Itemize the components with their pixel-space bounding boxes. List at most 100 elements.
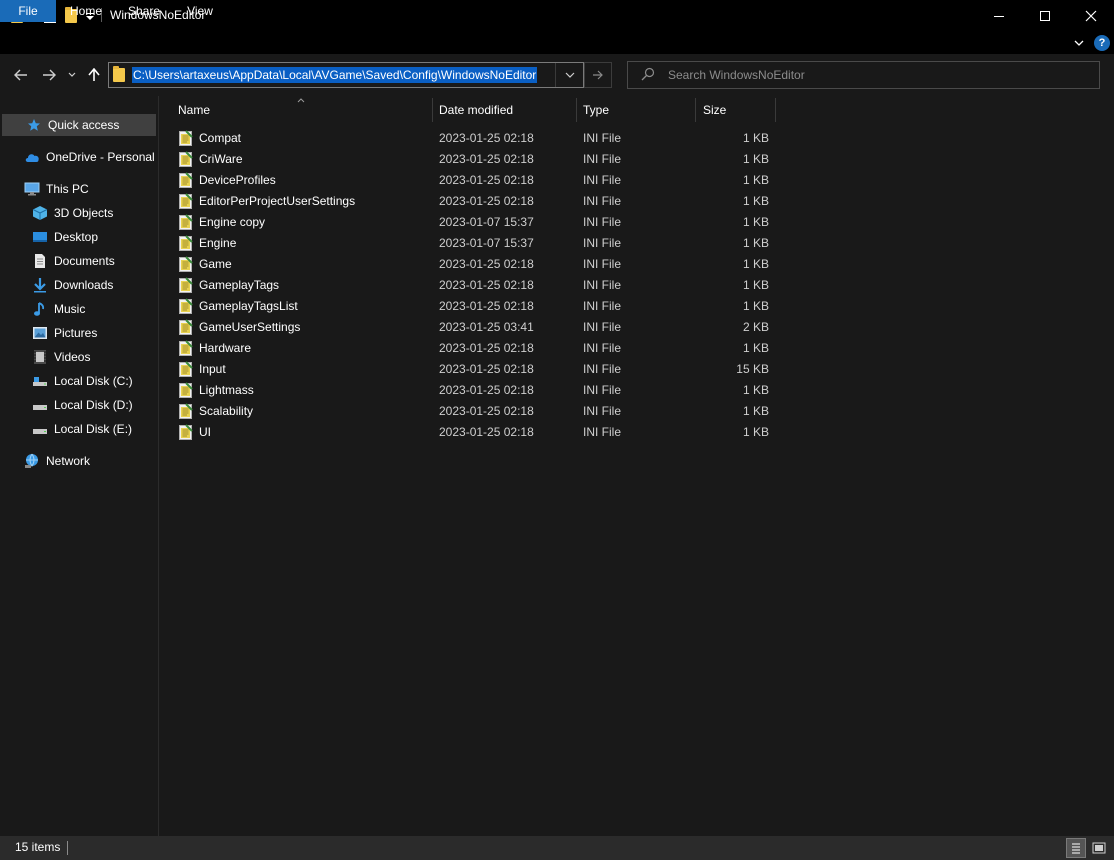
search-input[interactable]: Search WindowsNoEditor bbox=[668, 68, 805, 82]
sidebar-item-videos[interactable]: Videos bbox=[32, 346, 158, 368]
sidebar-item-label: Local Disk (E:) bbox=[54, 422, 133, 436]
sidebar-item-downloads[interactable]: Downloads bbox=[32, 274, 158, 296]
file-row[interactable]: Compat 2023-01-25 02:18 INI File 1 KB bbox=[172, 128, 776, 149]
sidebar-item-network[interactable]: Network bbox=[24, 450, 158, 472]
file-date-modified: 2023-01-25 02:18 bbox=[439, 362, 534, 376]
file-name: Hardware bbox=[199, 341, 252, 355]
maximize-button[interactable] bbox=[1022, 0, 1068, 32]
file-row[interactable]: DeviceProfiles 2023-01-25 02:18 INI File 1 … bbox=[172, 170, 776, 191]
back-arrow-icon[interactable] bbox=[12, 66, 30, 84]
file-row[interactable]: GameplayTags 2023-01-25 02:18 INI File 1 KB bbox=[172, 275, 776, 296]
forward-arrow-icon[interactable] bbox=[40, 66, 58, 84]
tab-view[interactable]: View bbox=[176, 0, 224, 22]
ini-file-icon bbox=[179, 361, 193, 377]
drive-icon bbox=[32, 373, 48, 389]
status-bar bbox=[0, 836, 1114, 860]
sidebar-item-local-disk-d[interactable]: Local Disk (D:) bbox=[32, 394, 158, 416]
column-header-type[interactable]: Type bbox=[583, 98, 695, 122]
document-icon bbox=[32, 253, 48, 269]
large-icons-view-icon[interactable] bbox=[1089, 838, 1109, 858]
file-row[interactable]: Engine copy 2023-01-07 15:37 INI File 1 KB bbox=[172, 212, 776, 233]
sidebar-item-label: Videos bbox=[54, 350, 91, 364]
file-type: INI File bbox=[583, 404, 622, 418]
pane-divider[interactable] bbox=[158, 96, 159, 836]
file-row[interactable]: Input 2023-01-25 02:18 INI File 15 KB bbox=[172, 359, 776, 380]
sidebar-item-local-disk-c[interactable]: Local Disk (C:) bbox=[32, 370, 158, 392]
file-row[interactable]: Hardware 2023-01-25 02:18 INI File 1 KB bbox=[172, 338, 776, 359]
file-type: INI File bbox=[583, 257, 622, 271]
up-arrow-icon[interactable] bbox=[85, 66, 103, 84]
file-size: 1 KB bbox=[742, 278, 769, 292]
file-row[interactable]: GameplayTagsList 2023-01-25 02:18 INI File… bbox=[172, 296, 776, 317]
ini-file-icon bbox=[179, 172, 193, 188]
ini-file-icon bbox=[179, 298, 193, 314]
file-name: Scalability bbox=[199, 404, 254, 418]
sidebar-item-label: 3D Objects bbox=[54, 206, 114, 220]
file-date-modified: 2023-01-25 02:18 bbox=[439, 152, 534, 166]
file-size: 1 KB bbox=[742, 215, 769, 229]
column-header-size[interactable]: Size bbox=[703, 98, 775, 122]
column-divider[interactable] bbox=[695, 98, 696, 122]
file-type: INI File bbox=[583, 362, 622, 376]
sidebar-item-label: Desktop bbox=[54, 230, 99, 244]
sidebar-item-local-disk-e[interactable]: Local Disk (E:) bbox=[32, 418, 158, 440]
column-divider[interactable] bbox=[775, 98, 776, 122]
file-row[interactable]: EditorPerProjectUserSettings 2023-01-25 0… bbox=[172, 191, 776, 212]
file-row[interactable]: Engine 2023-01-07 15:37 INI File 1 KB bbox=[172, 233, 776, 254]
file-size: 1 KB bbox=[742, 383, 769, 397]
file-type: INI File bbox=[583, 152, 622, 166]
file-date-modified: 2023-01-25 02:18 bbox=[439, 299, 534, 313]
column-header-date-modified[interactable]: Date modified bbox=[439, 98, 576, 122]
tab-file[interactable]: File bbox=[0, 0, 56, 22]
column-divider[interactable] bbox=[432, 98, 433, 122]
item-count: 15 items bbox=[15, 840, 61, 854]
sidebar-item-desktop[interactable]: Desktop bbox=[32, 226, 158, 248]
file-row[interactable]: CriWare 2023-01-25 02:18 INI File 1 KB bbox=[172, 149, 776, 170]
sidebar-item-quick-access[interactable]: Quick access bbox=[2, 114, 156, 136]
file-date-modified: 2023-01-25 02:18 bbox=[439, 278, 534, 292]
cloud-icon bbox=[24, 149, 40, 165]
file-row[interactable]: UI 2023-01-25 02:18 INI File 1 KB bbox=[172, 422, 776, 443]
sidebar-item-this-pc[interactable]: This PC bbox=[24, 178, 158, 200]
file-date-modified: 2023-01-25 02:18 bbox=[439, 425, 534, 439]
sidebar-item-documents[interactable]: Documents bbox=[32, 250, 158, 272]
file-row[interactable]: GameUserSettings 2023-01-25 03:41 INI File… bbox=[172, 317, 776, 338]
sidebar-item-3d-objects[interactable]: 3D Objects bbox=[32, 202, 158, 224]
file-size: 1 KB bbox=[742, 236, 769, 250]
file-row[interactable]: Game 2023-01-25 02:18 INI File 1 KB bbox=[172, 254, 776, 275]
file-size: 1 KB bbox=[742, 131, 769, 145]
sidebar-item-pictures[interactable]: Pictures bbox=[32, 322, 158, 344]
column-header-name[interactable]: Name bbox=[178, 98, 432, 122]
address-folder-icon bbox=[113, 66, 125, 85]
file-name: Game bbox=[199, 257, 232, 271]
status-separator bbox=[67, 841, 68, 855]
file-name: EditorPerProjectUserSettings bbox=[199, 194, 356, 208]
ribbon-tabs bbox=[0, 32, 1114, 54]
sidebar-item-onedrive[interactable]: OneDrive - Personal bbox=[24, 146, 158, 168]
details-view-icon[interactable] bbox=[1066, 838, 1086, 858]
drive-icon bbox=[32, 397, 48, 413]
help-icon[interactable]: ? bbox=[1094, 35, 1110, 51]
download-icon bbox=[32, 277, 48, 293]
file-row[interactable]: Scalability 2023-01-25 02:18 INI File 1 KB bbox=[172, 401, 776, 422]
address-dropdown-icon[interactable] bbox=[555, 63, 583, 87]
music-icon bbox=[32, 301, 48, 317]
file-size: 2 KB bbox=[742, 320, 769, 334]
sidebar-item-label: Music bbox=[54, 302, 86, 316]
file-type: INI File bbox=[583, 278, 622, 292]
close-button[interactable] bbox=[1068, 0, 1114, 32]
ini-file-icon bbox=[179, 319, 193, 335]
go-arrow-icon[interactable] bbox=[584, 62, 612, 88]
address-path[interactable]: C:\Users\artaxeus\AppData\Local\AVGame\S… bbox=[132, 67, 538, 83]
ini-file-icon bbox=[179, 424, 193, 440]
ribbon-expand-icon[interactable] bbox=[1072, 36, 1086, 50]
column-divider[interactable] bbox=[576, 98, 577, 122]
sidebar-item-music[interactable]: Music bbox=[32, 298, 158, 320]
file-type: INI File bbox=[583, 194, 622, 208]
minimize-button[interactable] bbox=[976, 0, 1022, 32]
file-row[interactable]: Lightmass 2023-01-25 02:18 INI File 1 KB bbox=[172, 380, 776, 401]
tab-share[interactable]: Share bbox=[118, 0, 170, 22]
tab-home[interactable]: Home bbox=[60, 0, 112, 22]
recent-locations-icon[interactable] bbox=[66, 66, 78, 84]
sidebar-item-label: Pictures bbox=[54, 326, 98, 340]
